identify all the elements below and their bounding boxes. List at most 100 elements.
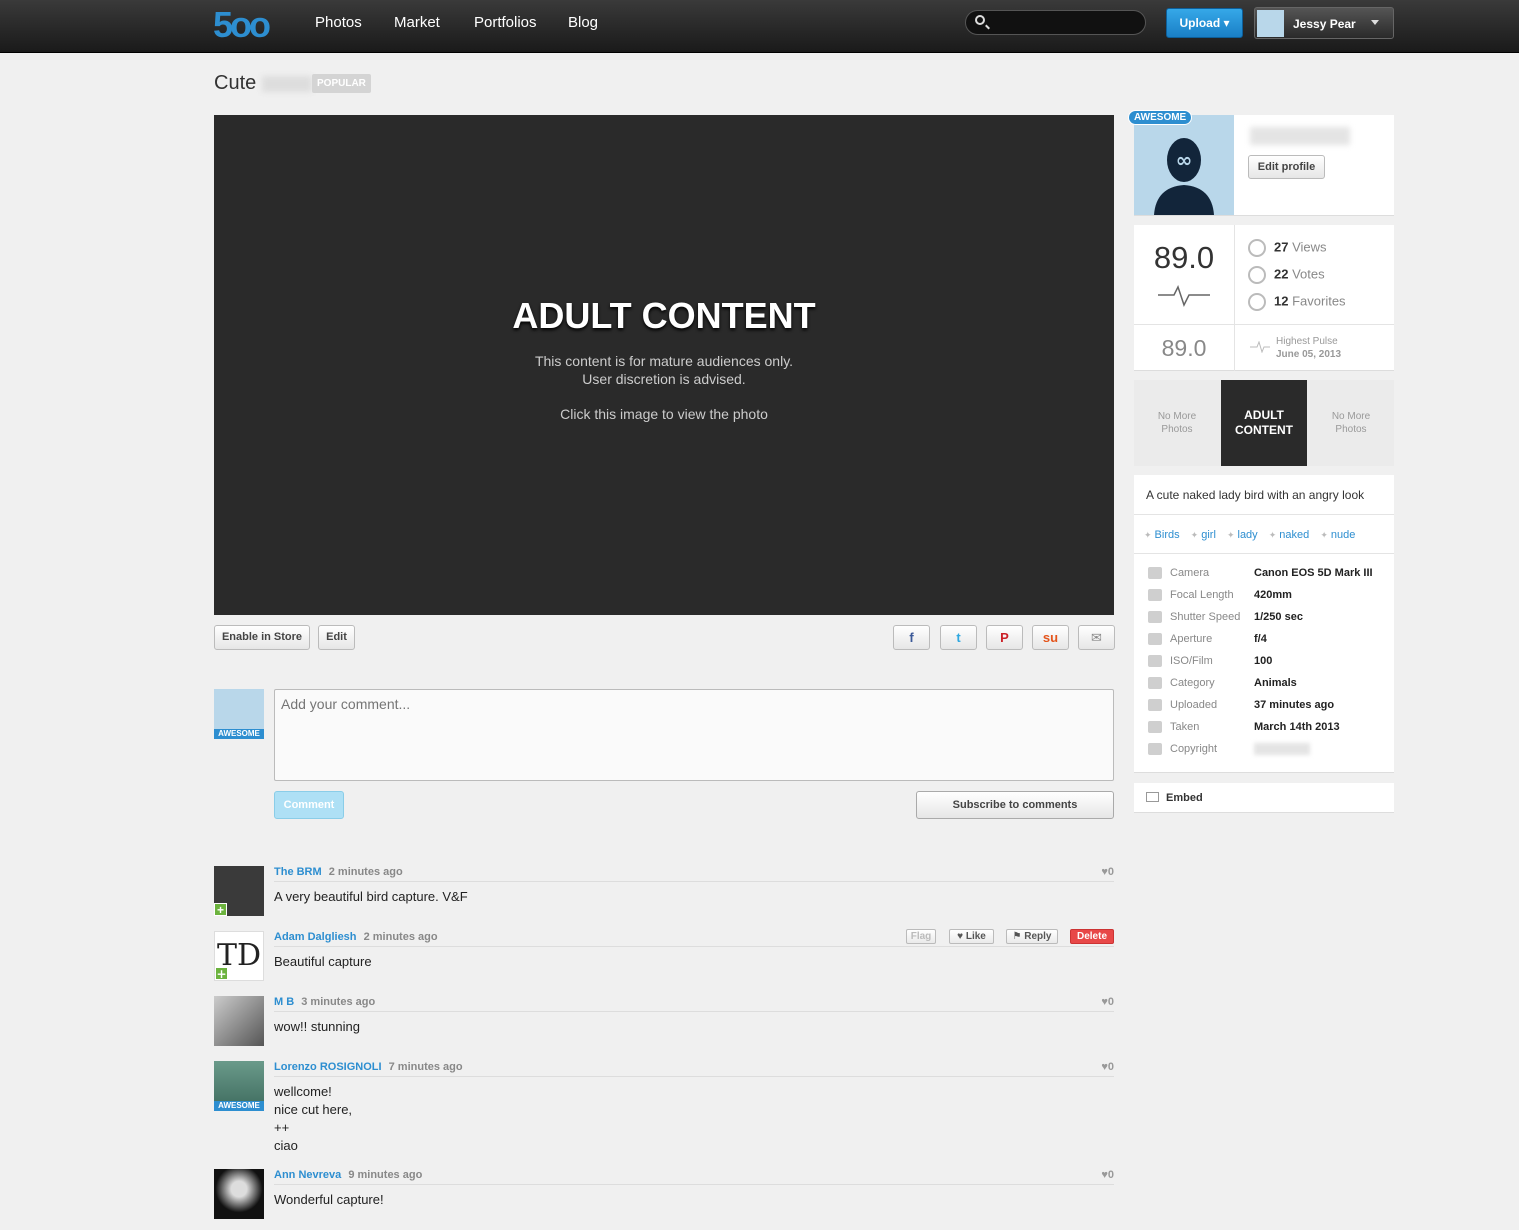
highest-pulse-date: June 05, 2013 xyxy=(1276,349,1342,360)
photo-title-text: Cute xyxy=(214,72,257,94)
focal-length-icon xyxy=(1148,589,1162,602)
commenter-name[interactable]: The BRM xyxy=(274,866,322,878)
search-input[interactable] xyxy=(992,14,1137,32)
copyright-icon xyxy=(1148,743,1162,756)
pinterest-icon[interactable]: P xyxy=(986,625,1023,650)
exif-label: Taken xyxy=(1170,721,1200,733)
edit-profile-button[interactable]: Edit profile xyxy=(1248,155,1325,179)
views-count: 27 xyxy=(1274,239,1289,255)
enable-in-store-button[interactable]: Enable in Store xyxy=(214,625,310,650)
divider xyxy=(1134,553,1394,554)
comment-line: nice cut here, xyxy=(274,1102,353,1117)
embed-panel[interactable]: Embed xyxy=(1134,783,1394,813)
highest-pulse-score: 89.0 xyxy=(1161,335,1207,361)
twitter-icon[interactable]: t xyxy=(940,625,977,650)
blurred-title xyxy=(261,75,312,92)
exif-value: f/4 xyxy=(1254,633,1267,645)
eye-icon xyxy=(1248,239,1266,257)
view-photo-cta[interactable]: Click this image to view the photo xyxy=(214,406,1114,422)
comment-button[interactable]: Comment xyxy=(274,791,344,819)
commenter-avatar[interactable] xyxy=(214,996,264,1046)
exif-label: Focal Length xyxy=(1170,589,1234,601)
facebook-icon[interactable]: f xyxy=(893,625,930,650)
comment-time: 9 minutes ago xyxy=(348,1169,423,1181)
comment-header: Adam Dalgliesh 2 minutes ago Flag ♥ Like… xyxy=(274,929,1114,947)
comment-likes: ♥0 xyxy=(1101,1169,1114,1181)
warning-line-2: User discretion is advised. xyxy=(582,371,746,387)
commenter-avatar[interactable]: + xyxy=(214,866,264,916)
like-button[interactable]: ♥ Like xyxy=(949,929,994,944)
flag-button[interactable]: Flag xyxy=(906,929,936,944)
commenter-name[interactable]: Lorenzo ROSIGNOLI xyxy=(274,1061,382,1073)
comment-likes: ♥0 xyxy=(1101,996,1114,1008)
reply-button[interactable]: ⚑ Reply xyxy=(1006,929,1058,944)
profile-avatar[interactable]: ∞ xyxy=(1134,115,1234,215)
edit-button[interactable]: Edit xyxy=(318,625,355,650)
tag-birds[interactable]: Birds xyxy=(1144,529,1180,541)
svg-text:∞: ∞ xyxy=(1176,148,1193,172)
comment-body: wellcome! nice cut here, ++ ciao xyxy=(274,1083,352,1155)
adult-content-photo[interactable]: ADULT CONTENT This content is for mature… xyxy=(214,115,1114,615)
exif-value[interactable]: Animals xyxy=(1254,677,1297,689)
comment-input[interactable] xyxy=(274,689,1114,781)
comment-body: Beautiful capture xyxy=(274,953,372,971)
popular-badge: POPULAR xyxy=(312,74,371,93)
nav-market[interactable]: Market xyxy=(394,14,440,31)
comment-body: Wonderful capture! xyxy=(274,1191,384,1209)
tag-lady[interactable]: lady xyxy=(1227,529,1258,541)
commenter-name[interactable]: M B xyxy=(274,996,294,1008)
exif-label: Aperture xyxy=(1170,633,1213,645)
thumbs-up-icon xyxy=(1248,266,1266,284)
pulse-graph-icon xyxy=(1158,285,1210,307)
exif-value: 1/250 sec xyxy=(1254,611,1303,623)
exif-focal-length: Focal Length 420mm xyxy=(1148,589,1292,602)
user-menu-button[interactable]: Jessy Pear xyxy=(1254,7,1394,39)
comment-header: M B 3 minutes ago ♥0 xyxy=(274,996,1114,1012)
user-silhouette-icon: ∞ xyxy=(1154,138,1214,215)
exif-uploaded: Uploaded 37 minutes ago xyxy=(1148,699,1334,712)
comment-header: The BRM 2 minutes ago ♥0 xyxy=(274,866,1114,882)
commenter-avatar[interactable]: TD + xyxy=(214,931,264,981)
stumbleupon-icon[interactable]: su xyxy=(1032,625,1069,650)
like-count: 0 xyxy=(1107,1169,1114,1181)
like-count: 0 xyxy=(1107,866,1114,878)
exif-value: 100 xyxy=(1254,655,1273,667)
upload-button[interactable]: Upload ▾ xyxy=(1166,8,1243,38)
email-icon[interactable]: ✉ xyxy=(1078,625,1115,650)
photo-description: A cute naked lady bird with an angry loo… xyxy=(1146,488,1365,502)
commenter-name[interactable]: Ann Nevreva xyxy=(274,1169,341,1181)
nav-portfolios[interactable]: Portfolios xyxy=(474,14,537,31)
comment-line: A very beautiful bird capture. V&F xyxy=(274,889,468,904)
tag-girl[interactable]: girl xyxy=(1191,529,1216,541)
divider xyxy=(1234,225,1235,371)
commenter-name[interactable]: Adam Dalgliesh xyxy=(274,931,357,943)
exif-taken: Taken March 14th 2013 xyxy=(1148,721,1340,734)
nav-photos[interactable]: Photos xyxy=(315,14,362,31)
search-box xyxy=(965,10,1146,35)
tag-list: Birds girl lady naked nude xyxy=(1144,529,1363,541)
commenter-avatar[interactable]: AWESOME xyxy=(214,1061,264,1111)
nav-blog[interactable]: Blog xyxy=(568,14,598,31)
highest-pulse-label: Highest Pulse xyxy=(1276,336,1338,347)
exif-label: Shutter Speed xyxy=(1170,611,1241,623)
divider xyxy=(1134,514,1394,515)
exif-aperture: Aperture f/4 xyxy=(1148,633,1267,646)
embed-icon xyxy=(1146,792,1159,802)
exif-value[interactable]: Canon EOS 5D Mark III xyxy=(1254,567,1373,579)
tag-nude[interactable]: nude xyxy=(1320,529,1355,541)
follow-plus-icon[interactable]: + xyxy=(214,903,227,916)
tag-naked[interactable]: naked xyxy=(1269,529,1310,541)
current-photo-thumb[interactable]: ADULT CONTENT xyxy=(1221,380,1307,466)
commenter-avatar[interactable] xyxy=(214,1169,264,1219)
camera-icon xyxy=(1148,567,1162,580)
pulse-score: 89.0 xyxy=(1153,240,1215,275)
follow-plus-icon[interactable]: + xyxy=(215,967,228,980)
500px-logo[interactable]: 5oo xyxy=(213,4,271,46)
comment-line: wow!! stunning xyxy=(274,1019,360,1034)
prev-photo-slot: No More Photos xyxy=(1157,411,1197,435)
subscribe-comments-button[interactable]: Subscribe to comments xyxy=(916,791,1114,819)
exif-label: Uploaded xyxy=(1170,699,1218,711)
awesome-badge: AWESOME xyxy=(1128,110,1193,125)
calendar-icon xyxy=(1148,721,1162,734)
delete-button[interactable]: Delete xyxy=(1070,929,1114,944)
